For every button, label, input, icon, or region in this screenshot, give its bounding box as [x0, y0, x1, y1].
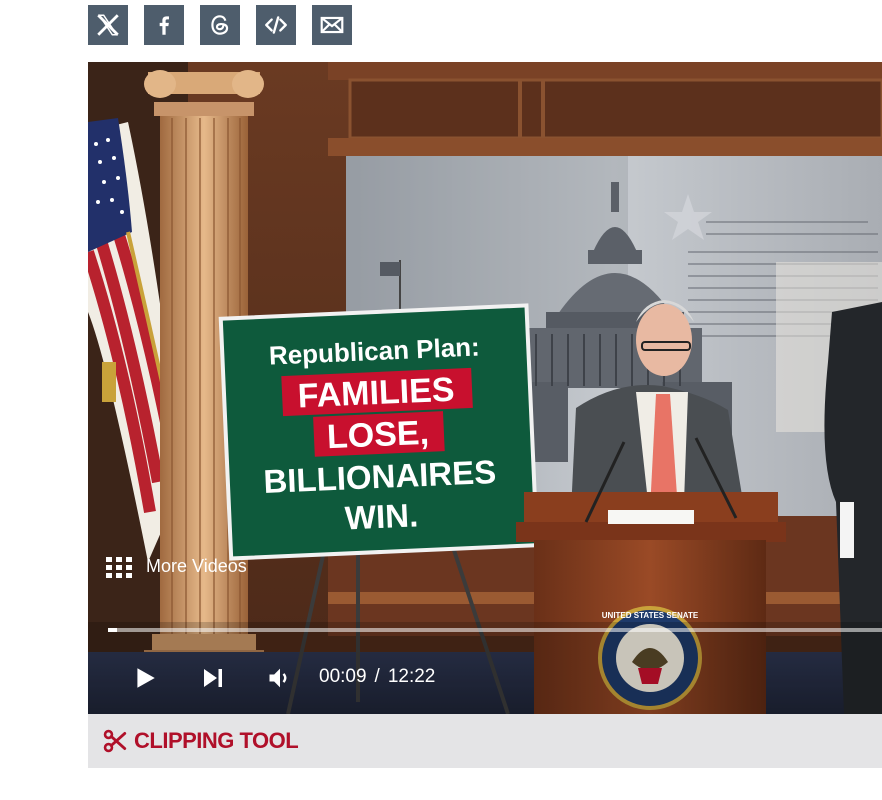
- share-x-button[interactable]: [88, 5, 128, 45]
- share-threads-button[interactable]: [200, 5, 240, 45]
- progress-bar[interactable]: [108, 628, 882, 632]
- threads-icon: [211, 15, 229, 35]
- duration: 12:22: [387, 666, 436, 687]
- more-videos-label: More Videos: [146, 556, 247, 576]
- senate-seal-text: UNITED STATES SENATE: [602, 611, 699, 620]
- video-player[interactable]: Republican Plan: FAMILIES LOSE, BILLIONA…: [88, 62, 882, 714]
- skip-next-icon: [204, 669, 222, 687]
- clipping-tool-label: CLIPPING TOOL: [134, 728, 299, 753]
- scissors-icon: [103, 729, 127, 753]
- grid-icon: [106, 556, 132, 578]
- sign-line-3: LOSE,: [326, 414, 430, 456]
- sign-line-2: FAMILIES: [297, 371, 455, 416]
- share-embed-button[interactable]: [256, 5, 296, 45]
- play-icon: [137, 668, 155, 688]
- play-button[interactable]: [129, 662, 161, 694]
- current-time: 00:09: [319, 666, 367, 687]
- video-frame: Republican Plan: FAMILIES LOSE, BILLIONA…: [88, 62, 882, 714]
- time-separator: /: [374, 666, 380, 687]
- clipping-tool-bar: CLIPPING TOOL: [88, 714, 882, 768]
- clipping-tool-button[interactable]: CLIPPING TOOL: [102, 728, 299, 754]
- next-button[interactable]: [197, 662, 229, 694]
- player-controls: 00:09 / 12:22: [88, 658, 882, 698]
- facebook-icon: [159, 16, 169, 35]
- volume-button[interactable]: [264, 662, 296, 694]
- x-twitter-icon: [97, 14, 119, 36]
- share-facebook-button[interactable]: [144, 5, 184, 45]
- time-display: 00:09 / 12:22: [319, 666, 435, 688]
- more-videos-button[interactable]: More Videos: [106, 556, 247, 578]
- embed-code-icon: [265, 16, 287, 34]
- volume-icon: [269, 668, 287, 688]
- email-icon: [320, 16, 344, 34]
- share-toolbar: [88, 5, 352, 45]
- sign-line-5: WIN.: [344, 496, 419, 536]
- progress-bar-fill: [108, 628, 118, 632]
- share-email-button[interactable]: [312, 5, 352, 45]
